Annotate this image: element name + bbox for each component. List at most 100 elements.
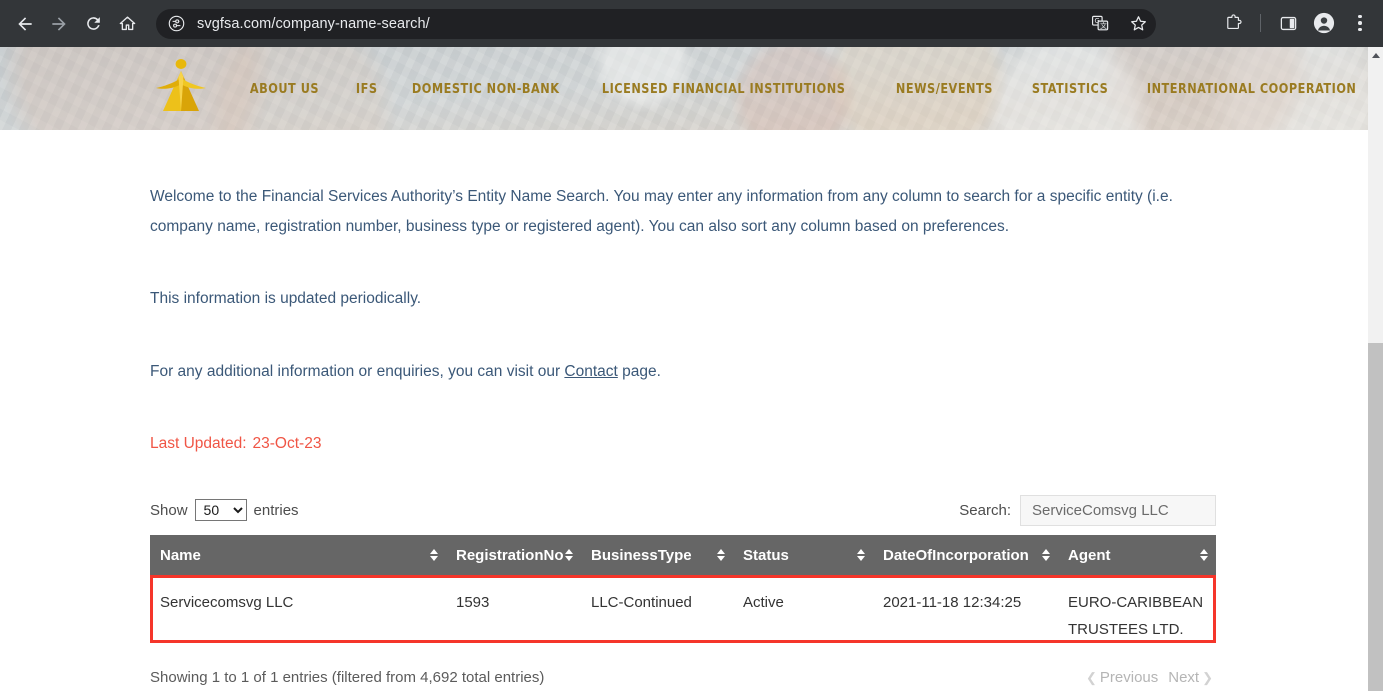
last-updated-label: Last Updated: — [150, 435, 247, 452]
site-settings-icon[interactable] — [168, 15, 185, 32]
column-label: RegistrationNo — [456, 546, 564, 564]
nav-item-ifs[interactable]: IFS — [341, 81, 392, 97]
nav-item-about-us[interactable]: ABOUT US — [235, 81, 334, 97]
sort-arrows-icon — [1200, 549, 1208, 561]
intro-line-1: Welcome to the Financial Services Author… — [150, 188, 1173, 205]
address-bar[interactable]: svgfsa.com/company-name-search/ — [156, 8, 1156, 39]
forward-arrow-icon — [49, 14, 69, 34]
periodic-paragraph: This information is updated periodically… — [150, 242, 1368, 314]
chrome-menu-button[interactable] — [1343, 6, 1377, 40]
table-footer: Showing 1 to 1 of 1 entries (filtered fr… — [150, 669, 1216, 686]
page-scrollbar-track[interactable] — [1368, 47, 1383, 691]
column-header-date-of-incorporation[interactable]: DateOfIncorporation — [873, 535, 1058, 575]
site-header-banner: ABOUT US IFS DOMESTIC NON-BANK LICENSED … — [0, 47, 1368, 130]
table-row[interactable]: Servicecomsvg LLC 1593 LLC-Continued Act… — [150, 575, 1216, 657]
nav-item-licensed-financial-institutions[interactable]: LICENSED FINANCIAL INSTITUTIONS — [587, 81, 860, 97]
last-updated-date: 23-Oct-23 — [252, 435, 322, 452]
sort-arrows-icon — [565, 549, 573, 561]
sort-arrows-icon — [430, 549, 438, 561]
search-label: Search: — [959, 501, 1011, 519]
column-label: Status — [743, 546, 789, 564]
contact-suffix: page. — [617, 363, 661, 380]
side-panel-icon — [1279, 14, 1298, 33]
column-header-business-type[interactable]: BusinessType — [581, 535, 733, 575]
chevron-right-icon: ❯ — [1202, 669, 1213, 685]
search-input[interactable] — [1020, 494, 1216, 526]
column-header-registration-no[interactable]: RegistrationNo — [446, 535, 581, 575]
column-header-status[interactable]: Status — [733, 535, 873, 575]
chrome-right-controls — [1216, 7, 1377, 39]
bookmark-star-icon — [1129, 14, 1148, 33]
show-label: Show — [150, 501, 188, 519]
search-control: Search: — [959, 494, 1216, 526]
nav-item-domestic-non-bank[interactable]: DOMESTIC NON-BANK — [397, 81, 574, 97]
sort-arrows-icon — [1042, 549, 1050, 561]
column-header-name[interactable]: Name — [150, 535, 446, 575]
sort-arrows-icon — [717, 549, 725, 561]
results-table: Name RegistrationNo BusinessType Status … — [150, 535, 1216, 657]
contact-text: For any additional information or enquir… — [150, 357, 1205, 387]
cell-date-of-incorporation: 2021-11-18 12:34:25 — [873, 575, 1058, 657]
scrollbar-up-arrow[interactable] — [1368, 47, 1383, 63]
intro-paragraph: Welcome to the Financial Services Author… — [150, 130, 1368, 242]
table-head: Name RegistrationNo BusinessType Status … — [150, 535, 1216, 575]
svg-fsa-logo[interactable] — [153, 55, 209, 122]
previous-label: Previous — [1099, 669, 1159, 686]
entries-per-page-select[interactable]: 10 25 50 100 — [194, 499, 247, 521]
pagination-controls: ❮ Previous Next ❯ — [1083, 669, 1216, 686]
cell-registration-no: 1593 — [446, 575, 581, 657]
intro-line-2: company name, registration number, busin… — [150, 218, 1010, 235]
chevron-left-icon: ❮ — [1085, 669, 1097, 685]
home-icon — [118, 14, 137, 33]
side-panel-button[interactable] — [1271, 6, 1305, 40]
page-scrollbar-thumb[interactable] — [1368, 343, 1383, 691]
contact-paragraph: For any additional information or enquir… — [150, 314, 1368, 387]
table-body: Servicecomsvg LLC 1593 LLC-Continued Act… — [150, 575, 1216, 657]
page-viewport: ABOUT US IFS DOMESTIC NON-BANK LICENSED … — [0, 47, 1368, 691]
sort-arrows-icon — [857, 549, 865, 561]
main-content: Welcome to the Financial Services Author… — [0, 130, 1368, 686]
contact-prefix: For any additional information or enquir… — [150, 363, 565, 380]
bookmark-button[interactable] — [1121, 6, 1155, 40]
table-header-row: Name RegistrationNo BusinessType Status … — [150, 535, 1216, 575]
profile-avatar-icon — [1313, 12, 1335, 34]
last-updated-line: Last Updated: 23-Oct-23 — [150, 387, 1368, 453]
back-button[interactable] — [8, 7, 42, 41]
next-label: Next — [1168, 669, 1200, 686]
length-control: Show 10 25 50 100 entries — [150, 499, 299, 521]
next-page-button[interactable]: Next ❯ — [1165, 669, 1216, 686]
profile-button[interactable] — [1307, 6, 1341, 40]
table-toolbar: Show 10 25 50 100 entries Search: — [150, 494, 1216, 526]
reload-icon — [84, 14, 103, 33]
forward-button[interactable] — [42, 7, 76, 41]
results-table-wrapper: Name RegistrationNo BusinessType Status … — [150, 535, 1216, 657]
nav-item-news-events[interactable]: NEWS/EVENTS — [881, 81, 1008, 97]
omnibox-action-icons: G 文 — [1083, 7, 1155, 39]
previous-page-button[interactable]: ❮ Previous — [1083, 669, 1161, 686]
cell-agent: EURO-CARIBBEAN TRUSTEES LTD. — [1058, 575, 1216, 657]
translate-icon: G 文 — [1091, 14, 1110, 33]
table-info-text: Showing 1 to 1 of 1 entries (filtered fr… — [150, 669, 545, 686]
url-text: svgfsa.com/company-name-search/ — [197, 15, 430, 32]
main-navigation: ABOUT US IFS DOMESTIC NON-BANK LICENSED … — [235, 81, 1368, 97]
column-header-agent[interactable]: Agent — [1058, 535, 1216, 575]
column-label: DateOfIncorporation — [883, 546, 1029, 564]
browser-toolbar: svgfsa.com/company-name-search/ G 文 — [0, 0, 1383, 47]
column-label: BusinessType — [591, 546, 692, 564]
nav-item-international-cooperation[interactable]: INTERNATIONAL COOPERATION — [1132, 81, 1368, 97]
cell-business-type: LLC-Continued — [581, 575, 733, 657]
three-dot-menu-icon — [1348, 14, 1372, 32]
translate-button[interactable]: G 文 — [1083, 6, 1117, 40]
home-button[interactable] — [110, 7, 144, 41]
toolbar-divider — [1260, 14, 1261, 32]
contact-page-link[interactable]: Contact — [564, 363, 617, 380]
back-arrow-icon — [15, 14, 35, 34]
nav-item-statistics[interactable]: STATISTICS — [1017, 81, 1123, 97]
svg-text:文: 文 — [1100, 20, 1107, 29]
column-label: Name — [160, 546, 201, 564]
reload-button[interactable] — [76, 7, 110, 41]
cell-name: Servicecomsvg LLC — [150, 575, 446, 657]
column-label: Agent — [1068, 546, 1111, 564]
entries-label: entries — [253, 501, 299, 519]
extensions-button[interactable] — [1216, 6, 1250, 40]
